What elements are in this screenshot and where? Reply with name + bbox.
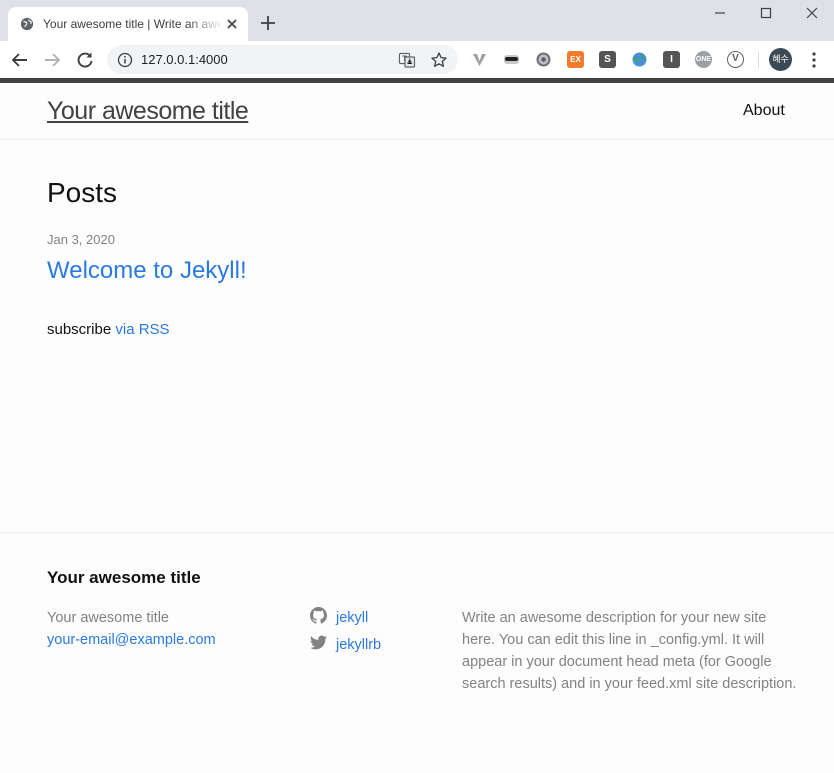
v-circle-extension-icon[interactable]: V [727,51,744,68]
footer-heading: Your awesome title [47,568,201,587]
i-extension-icon[interactable]: I [663,51,680,68]
footer-description: Write an awesome description for your ne… [462,610,797,692]
twitter-icon [310,635,327,650]
site-title-link[interactable]: Your awesome title [47,96,249,126]
twitter-username[interactable]: jekyllrb [336,635,381,655]
tab-title: Your awesome title | Write an awesome de… [43,17,223,31]
browser-tab[interactable]: Your awesome title | Write an awesome de… [8,7,248,41]
rss-link[interactable]: via RSS [115,321,169,338]
post-title-link[interactable]: Welcome to Jekyll! [47,256,247,286]
nav-about-link[interactable]: About [743,101,785,121]
window-close-icon[interactable] [801,3,823,23]
url-text[interactable]: 127.0.0.1:4000 [141,52,228,68]
minimize-icon[interactable] [709,3,731,23]
posts-heading: Posts [47,177,118,208]
back-arrow-icon[interactable] [10,50,30,70]
globe-icon [20,17,34,31]
new-tab-icon[interactable] [259,14,277,32]
ex-extension-icon[interactable]: EX [567,51,584,68]
browser-toolbar: 127.0.0.1:4000 EX S I ONE V 혜수 [0,41,834,78]
github-link[interactable]: jekyll [310,606,430,626]
subscribe-line: subscribe via RSS [47,320,170,340]
post-date: Jan 3, 2020 [47,232,115,247]
toolbar-divider [758,52,759,68]
browser-tabstrip: Your awesome title | Write an awesome de… [0,0,834,41]
reload-icon[interactable] [75,50,95,70]
vivaldi-extension-icon[interactable] [471,51,488,68]
globe-extension-icon[interactable] [631,51,648,68]
one-extension-icon[interactable]: ONE [695,51,712,68]
close-icon[interactable] [224,16,240,32]
bookmark-star-icon[interactable] [430,51,448,69]
address-bar[interactable]: 127.0.0.1:4000 [107,45,458,74]
info-icon[interactable] [117,52,133,68]
more-menu-icon[interactable] [808,51,820,69]
github-icon [310,607,327,624]
site-footer: Your awesome title Your awesome title yo… [0,532,834,773]
gear-extension-icon[interactable] [535,51,552,68]
subscribe-text: subscribe [47,321,112,338]
footer-author-name: Your awesome title [47,610,169,626]
maximize-icon[interactable] [755,3,777,23]
twitter-link[interactable]: jekyllrb [310,633,430,653]
mask-extension-icon[interactable] [503,51,520,68]
forward-arrow-icon[interactable] [42,50,62,70]
profile-avatar[interactable]: 혜수 [769,48,792,71]
site-header: Your awesome title About [0,83,834,140]
footer-email-link[interactable]: your-email@example.com [47,630,216,650]
s-extension-icon[interactable]: S [599,51,616,68]
translate-icon[interactable] [398,51,416,69]
github-username[interactable]: jekyll [336,608,368,628]
